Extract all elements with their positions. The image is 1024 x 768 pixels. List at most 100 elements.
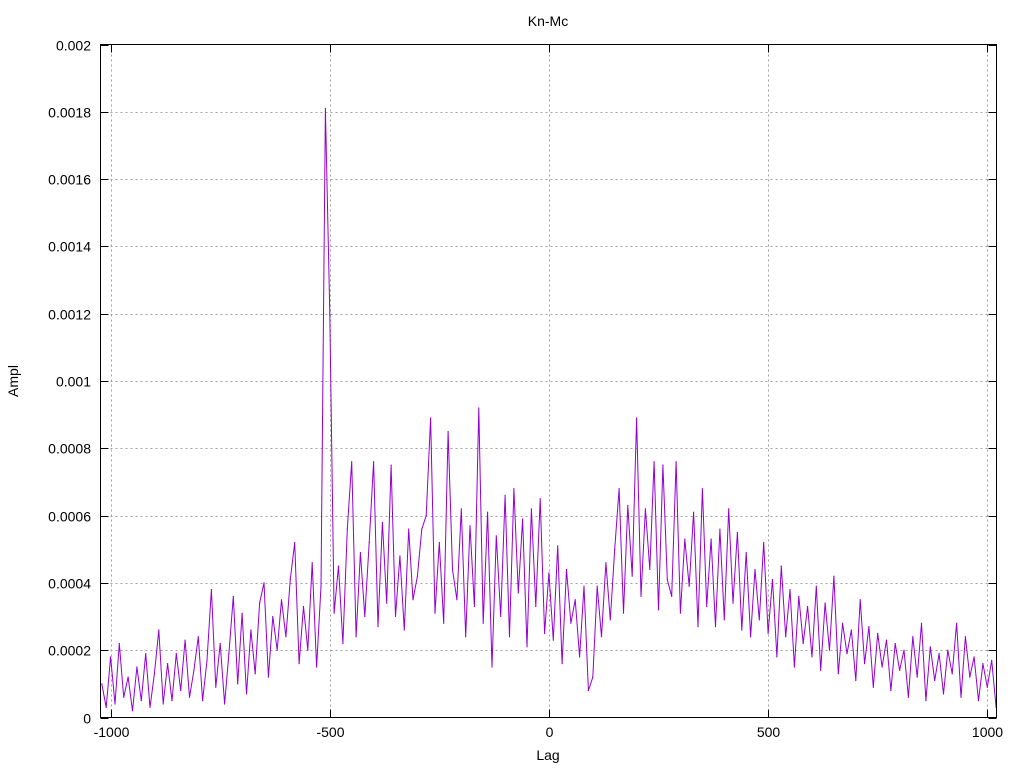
data-point <box>850 629 853 631</box>
data-point <box>434 612 436 614</box>
data-point <box>447 430 449 433</box>
data-point <box>684 538 686 540</box>
data-point <box>193 669 195 671</box>
data-point <box>333 612 335 614</box>
data-point <box>394 615 397 618</box>
data-point <box>579 656 581 658</box>
y-tick-label: 0.0016 <box>48 172 91 188</box>
data-point <box>535 605 537 608</box>
data-point <box>250 629 252 631</box>
data-point <box>824 602 826 604</box>
data-point <box>885 639 888 641</box>
data-point <box>732 602 734 604</box>
data-point <box>916 676 918 678</box>
data-point <box>820 669 822 671</box>
data-point <box>627 504 629 507</box>
data-point <box>543 632 546 634</box>
data-point <box>136 666 138 668</box>
data-point <box>912 636 914 638</box>
data-point <box>767 632 769 634</box>
y-tick-label: 0.001 <box>56 374 91 390</box>
data-point <box>237 683 239 685</box>
data-point <box>697 626 699 628</box>
data-point <box>456 599 458 601</box>
grid-lines <box>100 44 997 718</box>
data-point <box>377 626 379 628</box>
data-point <box>508 636 511 638</box>
data-point <box>530 508 533 510</box>
data-point <box>359 552 362 554</box>
data-point <box>368 541 370 544</box>
data-point <box>526 646 528 648</box>
data-point <box>570 622 572 624</box>
data-point <box>522 518 524 520</box>
data-point <box>517 592 519 594</box>
x-tick-label: -1000 <box>94 724 130 740</box>
data-point <box>798 595 800 597</box>
data-point <box>482 622 484 624</box>
data-point <box>390 464 392 466</box>
data-point <box>802 642 804 645</box>
data-point <box>267 676 269 678</box>
data-point <box>881 666 883 668</box>
data-point <box>561 663 563 665</box>
data-point <box>890 689 892 692</box>
data-point <box>649 568 651 571</box>
data-point <box>504 494 506 497</box>
chart-title: Kn-Mc <box>528 13 568 29</box>
data-point <box>285 636 287 638</box>
data-point <box>903 649 905 651</box>
data-point <box>644 508 646 510</box>
data-point <box>399 555 401 557</box>
y-tick-label: 0.0008 <box>48 441 91 457</box>
data-point <box>101 683 103 685</box>
data-point <box>473 605 476 608</box>
data-point <box>776 656 778 658</box>
data-point <box>728 508 730 510</box>
data-point <box>631 575 633 577</box>
data-point <box>364 615 366 618</box>
data-point <box>180 689 182 692</box>
data-point <box>671 595 673 597</box>
data-point <box>552 639 554 641</box>
y-tick-label: 0 <box>83 711 91 727</box>
data-point <box>749 636 752 638</box>
data-point <box>316 666 318 668</box>
data-point <box>899 669 901 671</box>
data-point <box>259 602 261 604</box>
data-point <box>675 461 677 463</box>
data-point <box>403 629 405 631</box>
data-point <box>478 407 480 409</box>
data-point <box>280 599 283 601</box>
x-tick-label: 0 <box>546 724 554 740</box>
data-point <box>548 572 550 574</box>
data-point <box>539 498 541 500</box>
data-point <box>991 659 993 661</box>
data-point <box>973 656 975 658</box>
data-point <box>605 562 607 564</box>
data-point <box>272 615 274 618</box>
data-point <box>951 673 953 675</box>
data-point <box>982 663 984 665</box>
data-point <box>789 589 791 591</box>
data-point <box>171 700 173 702</box>
data-point <box>469 525 471 527</box>
data-point <box>771 578 774 581</box>
data-point <box>465 636 467 638</box>
y-axis-label: Ampl <box>5 365 21 397</box>
data-point <box>114 703 116 705</box>
data-point <box>241 612 243 614</box>
data-point <box>443 622 445 624</box>
data-point <box>657 609 660 611</box>
data-point <box>451 568 454 571</box>
data-point <box>324 107 326 110</box>
y-tick-label: 0.0004 <box>48 576 91 592</box>
data-point <box>421 528 423 530</box>
data-point <box>806 605 809 608</box>
data-point <box>188 696 191 698</box>
data-point <box>842 622 844 624</box>
data-point <box>793 666 796 668</box>
data-point <box>679 612 682 614</box>
data-point <box>386 602 388 604</box>
data-point <box>311 562 313 564</box>
